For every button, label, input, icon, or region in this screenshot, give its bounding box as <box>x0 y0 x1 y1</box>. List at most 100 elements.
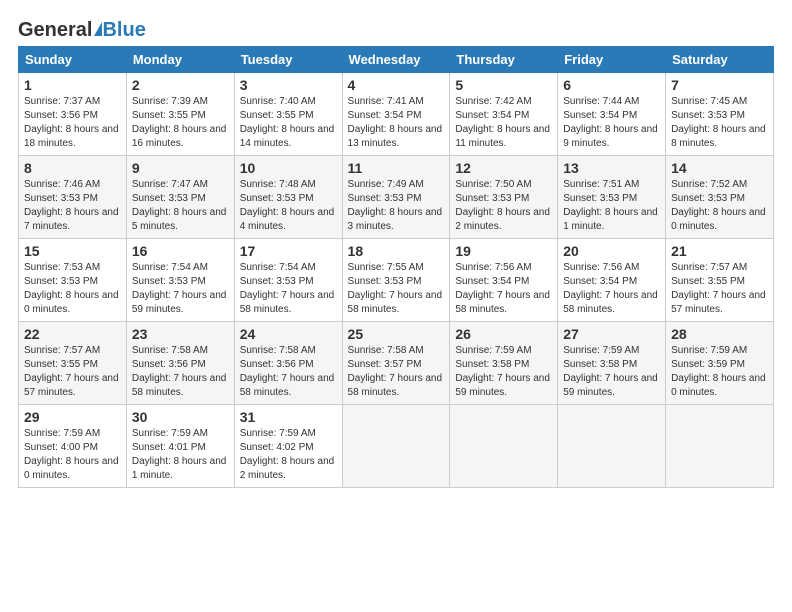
calendar-header-monday: Monday <box>126 47 234 73</box>
calendar-cell: 25 Sunrise: 7:58 AMSunset: 3:57 PMDayligh… <box>342 322 450 405</box>
day-number: 23 <box>132 326 229 342</box>
day-info: Sunrise: 7:57 AMSunset: 3:55 PMDaylight:… <box>671 261 768 317</box>
calendar-body: 1Sunrise: 7:37 AMSunset: 3:56 PMDaylight… <box>19 73 774 488</box>
day-number: 31 <box>240 409 337 425</box>
calendar-cell: 26 Sunrise: 7:59 AMSunset: 3:58 PMDayligh… <box>450 322 558 405</box>
day-info: Sunrise: 7:58 AMSunset: 3:56 PMDaylight:… <box>240 344 337 400</box>
day-info: Sunrise: 7:52 AMSunset: 3:53 PMDaylight:… <box>671 178 768 234</box>
calendar-cell: 4Sunrise: 7:41 AMSunset: 3:54 PMDaylight… <box>342 73 450 156</box>
calendar-cell: 18Sunrise: 7:55 AMSunset: 3:53 PMDayligh… <box>342 239 450 322</box>
calendar-cell: 17Sunrise: 7:54 AMSunset: 3:53 PMDayligh… <box>234 239 342 322</box>
calendar-week-2: 8Sunrise: 7:46 AMSunset: 3:53 PMDaylight… <box>19 156 774 239</box>
day-info: Sunrise: 7:58 AMSunset: 3:57 PMDaylight:… <box>348 344 445 400</box>
day-info: Sunrise: 7:54 AMSunset: 3:53 PMDaylight:… <box>240 261 337 317</box>
day-number: 7 <box>671 77 768 93</box>
day-number: 8 <box>24 160 121 176</box>
day-info: Sunrise: 7:59 AMSunset: 3:58 PMDaylight:… <box>455 344 552 400</box>
calendar-cell: 1Sunrise: 7:37 AMSunset: 3:56 PMDaylight… <box>19 73 127 156</box>
day-number: 26 <box>455 326 552 342</box>
day-info: Sunrise: 7:58 AMSunset: 3:56 PMDaylight:… <box>132 344 229 400</box>
day-info: Sunrise: 7:42 AMSunset: 3:54 PMDaylight:… <box>455 95 552 151</box>
day-number: 4 <box>348 77 445 93</box>
day-info: Sunrise: 7:51 AMSunset: 3:53 PMDaylight:… <box>563 178 660 234</box>
calendar-cell <box>666 405 774 488</box>
calendar-cell <box>342 405 450 488</box>
day-number: 22 <box>24 326 121 342</box>
calendar-cell <box>450 405 558 488</box>
calendar-week-4: 22 Sunrise: 7:57 AMSunset: 3:55 PMDayligh… <box>19 322 774 405</box>
day-number: 10 <box>240 160 337 176</box>
calendar-cell: 5 Sunrise: 7:42 AMSunset: 3:54 PMDaylight… <box>450 73 558 156</box>
calendar-cell: 9Sunrise: 7:47 AMSunset: 3:53 PMDaylight… <box>126 156 234 239</box>
logo-icon <box>94 22 102 36</box>
day-info: Sunrise: 7:59 AMSunset: 3:58 PMDaylight:… <box>563 344 660 400</box>
day-number: 18 <box>348 243 445 259</box>
day-info: Sunrise: 7:57 AMSunset: 3:55 PMDaylight:… <box>24 344 121 400</box>
calendar-header-friday: Friday <box>558 47 666 73</box>
day-number: 20 <box>563 243 660 259</box>
calendar-week-3: 15 Sunrise: 7:53 AMSunset: 3:53 PMDayligh… <box>19 239 774 322</box>
day-info: Sunrise: 7:59 AMSunset: 3:59 PMDaylight:… <box>671 344 768 400</box>
day-number: 3 <box>240 77 337 93</box>
calendar-header-wednesday: Wednesday <box>342 47 450 73</box>
calendar-table: SundayMondayTuesdayWednesdayThursdayFrid… <box>18 46 774 488</box>
calendar-header-saturday: Saturday <box>666 47 774 73</box>
day-info: Sunrise: 7:53 AMSunset: 3:53 PMDaylight:… <box>24 261 121 317</box>
day-number: 25 <box>348 326 445 342</box>
day-number: 29 <box>24 409 121 425</box>
day-number: 16 <box>132 243 229 259</box>
calendar-cell <box>558 405 666 488</box>
calendar-cell: 24Sunrise: 7:58 AMSunset: 3:56 PMDayligh… <box>234 322 342 405</box>
day-number: 21 <box>671 243 768 259</box>
logo-text: General Blue <box>18 20 146 40</box>
calendar-cell: 12 Sunrise: 7:50 AMSunset: 3:53 PMDayligh… <box>450 156 558 239</box>
logo-blue: Blue <box>102 20 145 40</box>
calendar-cell: 20 Sunrise: 7:56 AMSunset: 3:54 PMDayligh… <box>558 239 666 322</box>
day-info: Sunrise: 7:48 AMSunset: 3:53 PMDaylight:… <box>240 178 337 234</box>
calendar-cell: 30Sunrise: 7:59 AMSunset: 4:01 PMDayligh… <box>126 405 234 488</box>
day-number: 30 <box>132 409 229 425</box>
calendar-cell: 23 Sunrise: 7:58 AMSunset: 3:56 PMDayligh… <box>126 322 234 405</box>
calendar-cell: 2Sunrise: 7:39 AMSunset: 3:55 PMDaylight… <box>126 73 234 156</box>
day-number: 14 <box>671 160 768 176</box>
day-info: Sunrise: 7:50 AMSunset: 3:53 PMDaylight:… <box>455 178 552 234</box>
day-number: 28 <box>671 326 768 342</box>
day-info: Sunrise: 7:47 AMSunset: 3:53 PMDaylight:… <box>132 178 229 234</box>
day-number: 12 <box>455 160 552 176</box>
calendar-header-tuesday: Tuesday <box>234 47 342 73</box>
logo-general: General <box>18 20 92 40</box>
day-info: Sunrise: 7:37 AMSunset: 3:56 PMDaylight:… <box>24 95 121 151</box>
calendar-cell: 27Sunrise: 7:59 AMSunset: 3:58 PMDayligh… <box>558 322 666 405</box>
day-info: Sunrise: 7:56 AMSunset: 3:54 PMDaylight:… <box>455 261 552 317</box>
day-info: Sunrise: 7:45 AMSunset: 3:53 PMDaylight:… <box>671 95 768 151</box>
calendar-week-5: 29 Sunrise: 7:59 AMSunset: 4:00 PMDayligh… <box>19 405 774 488</box>
header: General Blue <box>18 16 774 40</box>
calendar-cell: 19 Sunrise: 7:56 AMSunset: 3:54 PMDayligh… <box>450 239 558 322</box>
day-info: Sunrise: 7:56 AMSunset: 3:54 PMDaylight:… <box>563 261 660 317</box>
day-info: Sunrise: 7:59 AMSunset: 4:00 PMDaylight:… <box>24 427 121 483</box>
day-info: Sunrise: 7:49 AMSunset: 3:53 PMDaylight:… <box>348 178 445 234</box>
calendar-cell: 13 Sunrise: 7:51 AMSunset: 3:53 PMDayligh… <box>558 156 666 239</box>
calendar-header-thursday: Thursday <box>450 47 558 73</box>
day-number: 6 <box>563 77 660 93</box>
day-number: 5 <box>455 77 552 93</box>
day-number: 11 <box>348 160 445 176</box>
calendar-cell: 21 Sunrise: 7:57 AMSunset: 3:55 PMDayligh… <box>666 239 774 322</box>
calendar-cell: 14 Sunrise: 7:52 AMSunset: 3:53 PMDayligh… <box>666 156 774 239</box>
calendar-header-row: SundayMondayTuesdayWednesdayThursdayFrid… <box>19 47 774 73</box>
calendar-cell: 8Sunrise: 7:46 AMSunset: 3:53 PMDaylight… <box>19 156 127 239</box>
logo: General Blue <box>18 20 146 40</box>
calendar-cell: 3Sunrise: 7:40 AMSunset: 3:55 PMDaylight… <box>234 73 342 156</box>
day-number: 19 <box>455 243 552 259</box>
day-number: 13 <box>563 160 660 176</box>
day-info: Sunrise: 7:44 AMSunset: 3:54 PMDaylight:… <box>563 95 660 151</box>
calendar-header-sunday: Sunday <box>19 47 127 73</box>
day-number: 15 <box>24 243 121 259</box>
calendar-cell: 11 Sunrise: 7:49 AMSunset: 3:53 PMDayligh… <box>342 156 450 239</box>
calendar-cell: 15 Sunrise: 7:53 AMSunset: 3:53 PMDayligh… <box>19 239 127 322</box>
calendar-cell: 6 Sunrise: 7:44 AMSunset: 3:54 PMDaylight… <box>558 73 666 156</box>
day-info: Sunrise: 7:39 AMSunset: 3:55 PMDaylight:… <box>132 95 229 151</box>
day-info: Sunrise: 7:54 AMSunset: 3:53 PMDaylight:… <box>132 261 229 317</box>
calendar-cell: 31Sunrise: 7:59 AMSunset: 4:02 PMDayligh… <box>234 405 342 488</box>
calendar-cell: 16 Sunrise: 7:54 AMSunset: 3:53 PMDayligh… <box>126 239 234 322</box>
